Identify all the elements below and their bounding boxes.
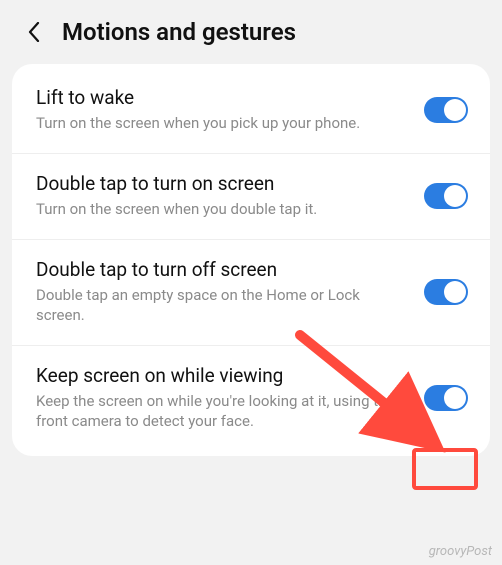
setting-text: Double tap to turn off screen Double tap…	[36, 258, 424, 325]
toggle-double-tap-off[interactable]	[424, 279, 468, 305]
toggle-keep-screen-on[interactable]	[424, 385, 468, 411]
toggle-double-tap-on[interactable]	[424, 183, 468, 209]
watermark: groovyPost	[429, 544, 492, 559]
setting-text: Double tap to turn on screen Turn on the…	[36, 172, 424, 219]
toggle-lift-to-wake[interactable]	[424, 97, 468, 123]
setting-title: Lift to wake	[36, 86, 410, 110]
setting-lift-to-wake[interactable]: Lift to wake Turn on the screen when you…	[12, 68, 490, 154]
back-icon[interactable]	[28, 22, 40, 42]
setting-text: Keep screen on while viewing Keep the sc…	[36, 364, 424, 431]
setting-title: Double tap to turn on screen	[36, 172, 410, 196]
setting-desc: Turn on the screen when you double tap i…	[36, 199, 410, 219]
header: Motions and gestures	[0, 0, 502, 64]
setting-desc: Double tap an empty space on the Home or…	[36, 285, 410, 326]
settings-card: Lift to wake Turn on the screen when you…	[12, 64, 490, 456]
setting-double-tap-on[interactable]: Double tap to turn on screen Turn on the…	[12, 154, 490, 240]
setting-title: Double tap to turn off screen	[36, 258, 410, 282]
page-title: Motions and gestures	[62, 18, 296, 46]
setting-desc: Turn on the screen when you pick up your…	[36, 113, 410, 133]
setting-double-tap-off[interactable]: Double tap to turn off screen Double tap…	[12, 240, 490, 346]
setting-keep-screen-on[interactable]: Keep screen on while viewing Keep the sc…	[12, 346, 490, 451]
setting-text: Lift to wake Turn on the screen when you…	[36, 86, 424, 133]
setting-desc: Keep the screen on while you're looking …	[36, 391, 410, 432]
setting-title: Keep screen on while viewing	[36, 364, 410, 388]
